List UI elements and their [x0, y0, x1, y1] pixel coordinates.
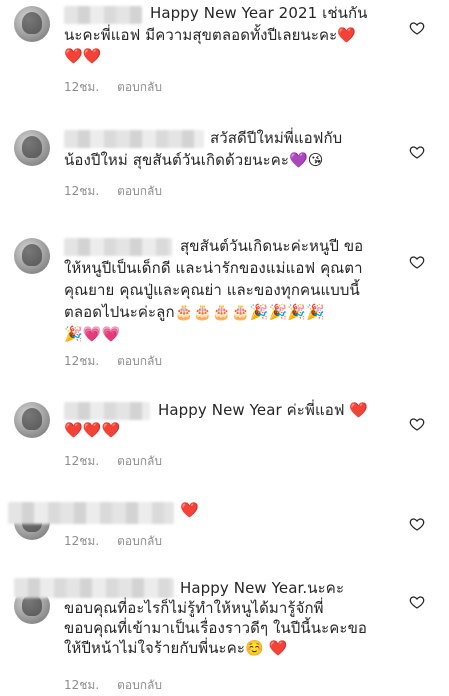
avatar[interactable] — [14, 402, 50, 438]
heart-outline-icon[interactable] — [409, 416, 425, 432]
comment-time: 12ชม. — [64, 534, 100, 548]
comment-line: ❤️❤️ — [64, 47, 102, 65]
reply-button[interactable]: ตอบกลับ — [117, 78, 162, 97]
comment-line: ขอบคุณที่อะไรก็ไม่รู้ทำให้หนูได้มารู้จัก… — [64, 599, 324, 617]
comment-meta: 12ชม. ตอบกลับ — [64, 352, 162, 371]
avatar[interactable] — [14, 238, 50, 274]
reply-button[interactable]: ตอบกลับ — [117, 676, 162, 695]
blurred-username — [64, 6, 142, 24]
heart-outline-icon[interactable] — [409, 144, 425, 160]
comment-line: 🎉💗💗 — [64, 325, 121, 343]
comment-meta: 12ชม. ตอบกลับ — [64, 182, 162, 201]
comment-line: ❤️ — [180, 501, 199, 519]
comment-time: 12ชม. — [64, 678, 100, 692]
heart-outline-icon[interactable] — [409, 20, 425, 36]
blurred-username — [8, 502, 174, 524]
comment-meta: 12ชม. ตอบกลับ — [64, 676, 162, 695]
heart-outline-icon[interactable] — [409, 594, 425, 610]
comment-time: 12ชม. — [64, 354, 100, 368]
comment-time: 12ชม. — [64, 80, 100, 94]
reply-button[interactable]: ตอบกลับ — [117, 352, 162, 371]
reply-button[interactable]: ตอบกลับ — [117, 182, 162, 201]
comment-line: ❤️❤️❤️ — [64, 421, 121, 439]
comment-meta: 12ชม. ตอบกลับ — [64, 532, 162, 551]
comment-line: สุขสันต์วันเกิดนะค่ะหนูปี ขอ — [180, 237, 364, 255]
comment-line: Happy New Year 2021 เช่นกัน — [150, 4, 368, 22]
blurred-username — [14, 578, 174, 598]
avatar[interactable] — [14, 6, 50, 42]
heart-outline-icon[interactable] — [409, 254, 425, 270]
comment-line: ให้ปีหน้าไม่ใจร้ายกับพี่นะคะ☺️ ❤️ — [64, 639, 288, 657]
comment-line: ให้หนูปีเป็นเด็กดี และน่ารักของแม่แอฟ คุ… — [64, 259, 363, 277]
blurred-username — [64, 130, 204, 148]
comment-line: นะคะพี่แอฟ มีความสุขตลอดทั้งปีเลยนะคะ❤️ — [64, 26, 357, 44]
comment-line: ตลอดไปนะค่ะลูก🎂🎂🎂🎂🎉🎉🎉🎉 — [64, 303, 325, 321]
comment-line: Happy New Year ค่ะพี่แอฟ ❤️ — [158, 401, 369, 419]
comment-time: 12ชม. — [64, 184, 100, 198]
comment-line: คุณยาย คุณปู่และคุณย่า และของทุกคนแบบนี้ — [64, 281, 360, 299]
comment-line: สวัสดีปีใหม่พี่แอฟกับ — [210, 129, 343, 147]
comment-line: ขอบคุณที่เข้ามาเป็นเรื่องราวดีๆ ในปีนี้น… — [64, 619, 368, 637]
blurred-username — [64, 402, 150, 420]
comment-meta: 12ชม. ตอบกลับ — [64, 78, 162, 97]
avatar[interactable] — [14, 130, 50, 166]
heart-outline-icon[interactable] — [409, 516, 425, 532]
comment-line: น้องปีใหม่ สุขสันต์วันเกิดด้วยนะคะ💜😘 — [64, 151, 324, 169]
reply-button[interactable]: ตอบกลับ — [117, 532, 162, 551]
comment-meta: 12ชม. ตอบกลับ — [64, 452, 162, 471]
reply-button[interactable]: ตอบกลับ — [117, 452, 162, 471]
blurred-username — [64, 238, 172, 256]
comment-time: 12ชม. — [64, 454, 100, 468]
comment-line: Happy New Year.นะคะ — [180, 579, 345, 597]
